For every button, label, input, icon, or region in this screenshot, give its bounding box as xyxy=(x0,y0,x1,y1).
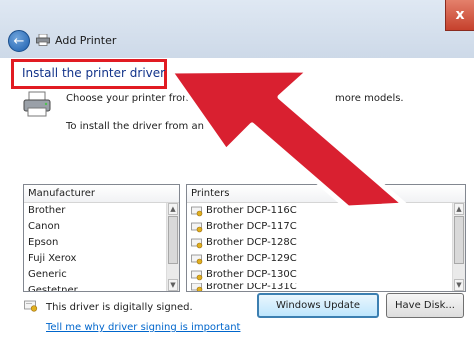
printer-icon xyxy=(23,91,51,117)
close-button[interactable]: x xyxy=(445,0,474,31)
close-icon: x xyxy=(455,7,465,23)
window-title: Add Printer xyxy=(55,34,117,47)
certificate-icon xyxy=(191,206,203,216)
manufacturer-list[interactable]: Manufacturer Brother Canon Epson Fuji Xe… xyxy=(23,184,180,292)
certificate-icon xyxy=(191,238,203,248)
back-button[interactable]: ← xyxy=(8,30,30,52)
page-title: Install the printer driver xyxy=(22,66,166,80)
printer-name: Brother DCP-117C xyxy=(206,221,297,232)
list-item[interactable]: Brother DCP-130C xyxy=(187,267,465,283)
description-line-1-end: more models. xyxy=(335,93,404,104)
signed-status-text: This driver is digitally signed. xyxy=(46,302,193,313)
have-disk-button[interactable]: Have Disk... xyxy=(386,293,464,318)
list-item[interactable]: Fuji Xerox xyxy=(24,251,179,267)
list-item[interactable]: Brother DCP-128C xyxy=(187,235,465,251)
list-item[interactable]: Gestetner xyxy=(24,283,179,291)
description-line-1: Choose your printer from the xyxy=(66,93,212,104)
scroll-down-icon[interactable]: ▼ xyxy=(454,279,464,291)
printer-name: Brother DCP-129C xyxy=(206,253,297,264)
printer-column-header[interactable]: Printers xyxy=(187,185,465,203)
printer-icon xyxy=(36,34,50,46)
scroll-thumb[interactable] xyxy=(454,216,464,264)
certificate-icon xyxy=(191,283,203,291)
printer-name: Brother DCP-116C xyxy=(206,205,297,216)
manufacturer-column-header[interactable]: Manufacturer xyxy=(24,185,179,203)
printer-list[interactable]: Printers Brother DCP-116C Brother DCP-11… xyxy=(186,184,466,292)
manufacturer-scrollbar[interactable]: ▲ ▼ xyxy=(166,203,179,291)
driver-signing-link[interactable]: Tell me why driver signing is important xyxy=(46,322,240,333)
scroll-up-icon[interactable]: ▲ xyxy=(454,203,464,215)
list-item[interactable]: Generic xyxy=(24,267,179,283)
list-item[interactable]: Brother DCP-116C xyxy=(187,203,465,219)
description-line-2: To install the driver from an installa xyxy=(66,121,244,132)
title-bar: x ← Add Printer xyxy=(0,0,474,58)
printer-name: Brother DCP-128C xyxy=(206,237,297,248)
printer-scrollbar[interactable]: ▲ ▼ xyxy=(452,203,465,291)
list-item[interactable]: Canon xyxy=(24,219,179,235)
list-item[interactable]: Brother xyxy=(24,203,179,219)
certificate-icon xyxy=(191,270,203,280)
list-item[interactable]: Brother DCP-117C xyxy=(187,219,465,235)
windows-update-button[interactable]: Windows Update xyxy=(257,293,379,318)
list-item[interactable]: Brother DCP-131C xyxy=(187,283,465,291)
certificate-icon xyxy=(191,222,203,232)
list-item[interactable]: Brother DCP-129C xyxy=(187,251,465,267)
list-item[interactable]: Epson xyxy=(24,235,179,251)
printer-name: Brother DCP-131C xyxy=(206,283,297,291)
printer-name: Brother DCP-130C xyxy=(206,269,297,280)
certificate-icon xyxy=(24,300,38,312)
back-arrow-icon: ← xyxy=(13,33,25,49)
scroll-up-icon[interactable]: ▲ xyxy=(168,203,178,215)
scroll-thumb[interactable] xyxy=(168,216,178,264)
certificate-icon xyxy=(191,254,203,264)
scroll-down-icon[interactable]: ▼ xyxy=(168,279,178,291)
add-printer-window: x ← Add Printer Install the printer driv… xyxy=(0,0,474,355)
